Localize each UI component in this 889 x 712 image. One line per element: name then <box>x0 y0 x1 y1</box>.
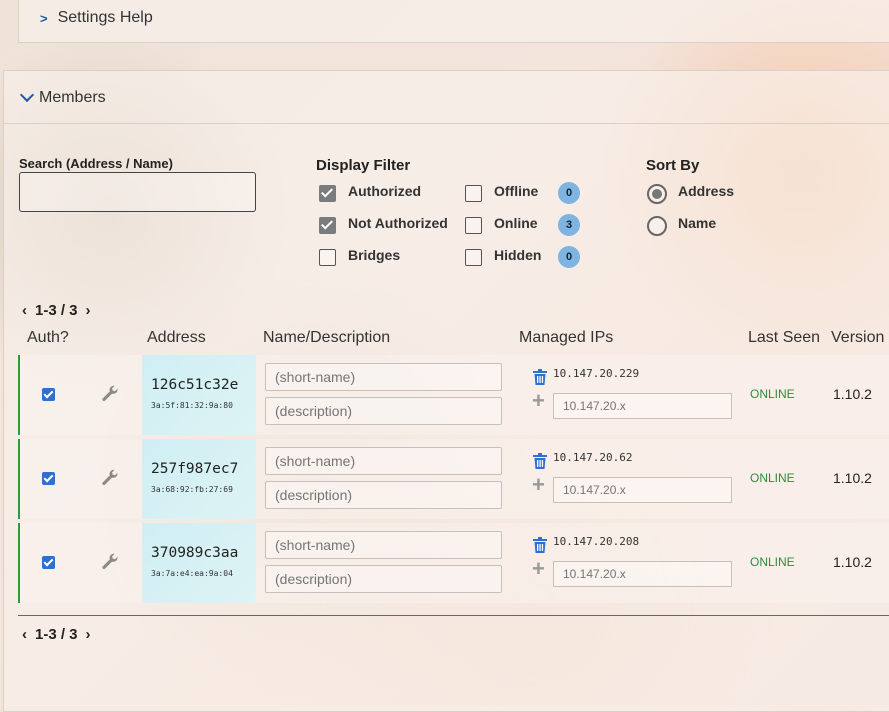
pager-label: 1-3 / 3 <box>35 626 78 643</box>
member-mac: 3a:68:92:fb:27:69 <box>151 485 233 494</box>
filter-not-authorized-label: Not Authorized <box>348 215 448 231</box>
column-header-address: Address <box>147 329 206 346</box>
description-input[interactable] <box>265 565 502 593</box>
column-header-version: Version <box>831 329 885 346</box>
filter-bridges-label: Bridges <box>348 247 401 263</box>
column-header-name: Name/Description <box>263 329 391 346</box>
chevron-right-icon: > <box>40 10 48 26</box>
chevron-down-icon <box>19 87 35 103</box>
table-divider <box>18 615 889 616</box>
short-name-input[interactable] <box>265 447 502 475</box>
pager-bottom: ‹ 1-3 / 3 › <box>22 626 91 643</box>
filter-authorized-checkbox[interactable] <box>319 185 336 202</box>
address-cell <box>142 523 256 603</box>
add-ip-input[interactable] <box>553 477 732 503</box>
filter-hidden-checkbox[interactable] <box>465 249 482 266</box>
filter-offline-label: Offline <box>494 183 539 199</box>
filter-not-authorized-checkbox[interactable] <box>319 217 336 234</box>
column-header-managed-ips: Managed IPs <box>519 329 614 346</box>
member-address: 370989c3aa <box>151 545 239 561</box>
offline-count-badge: 0 <box>558 182 580 204</box>
member-row: 126c51c32e 3a:5f:81:32:9a:80 10.147.20.2… <box>18 355 889 435</box>
members-title: Members <box>39 89 106 106</box>
add-ip-input[interactable] <box>553 561 732 587</box>
description-input[interactable] <box>265 397 502 425</box>
member-row: 370989c3aa 3a:7a:e4:ea:9a:04 10.147.20.2… <box>18 523 889 603</box>
filter-online-checkbox[interactable] <box>465 217 482 234</box>
column-header-last-seen: Last Seen <box>748 329 821 346</box>
member-version: 1.10.2 <box>833 470 872 486</box>
sort-address-radio[interactable] <box>647 184 667 204</box>
managed-ip: 10.147.20.229 <box>553 367 640 380</box>
sort-address-label: Address <box>678 183 735 199</box>
short-name-input[interactable] <box>265 363 502 391</box>
last-seen-status: ONLINE <box>750 387 795 401</box>
settings-help-toggle[interactable]: > Settings Help <box>40 9 153 27</box>
trash-icon[interactable] <box>533 537 547 553</box>
wrench-icon[interactable] <box>100 385 120 405</box>
members-toggle[interactable]: Members <box>19 87 106 107</box>
sort-by-title: Sort By <box>646 157 700 174</box>
member-address: 126c51c32e <box>151 377 239 393</box>
filter-offline-checkbox[interactable] <box>465 185 482 202</box>
address-cell <box>142 355 256 435</box>
filter-authorized-label: Authorized <box>348 183 422 199</box>
next-page-icon[interactable]: › <box>86 302 91 319</box>
plus-icon[interactable]: + <box>532 474 545 496</box>
prev-page-icon[interactable]: ‹ <box>22 302 27 319</box>
pager-label: 1-3 / 3 <box>35 302 78 319</box>
sort-name-radio[interactable] <box>647 216 667 236</box>
authorize-checkbox[interactable] <box>42 388 55 401</box>
filter-online-label: Online <box>494 215 538 231</box>
sort-name-label: Name <box>678 215 717 231</box>
short-name-input[interactable] <box>265 531 502 559</box>
filter-hidden-label: Hidden <box>494 247 542 263</box>
trash-icon[interactable] <box>533 453 547 469</box>
managed-ip: 10.147.20.208 <box>553 535 640 548</box>
settings-help-label: Settings Help <box>57 9 153 26</box>
member-address: 257f987ec7 <box>151 461 239 477</box>
wrench-icon[interactable] <box>100 469 120 489</box>
hidden-count-badge: 0 <box>558 246 580 268</box>
member-mac: 3a:7a:e4:ea:9a:04 <box>151 569 233 578</box>
column-header-auth: Auth? <box>27 329 69 346</box>
authorize-checkbox[interactable] <box>42 556 55 569</box>
managed-ip: 10.147.20.62 <box>553 451 633 464</box>
member-mac: 3a:5f:81:32:9a:80 <box>151 401 233 410</box>
wrench-icon[interactable] <box>100 553 120 573</box>
prev-page-icon[interactable]: ‹ <box>22 626 27 643</box>
online-count-badge: 3 <box>558 214 580 236</box>
description-input[interactable] <box>265 481 502 509</box>
authorize-checkbox[interactable] <box>42 472 55 485</box>
plus-icon[interactable]: + <box>532 390 545 412</box>
plus-icon[interactable]: + <box>532 558 545 580</box>
member-version: 1.10.2 <box>833 386 872 402</box>
filter-bridges-checkbox[interactable] <box>319 249 336 266</box>
trash-icon[interactable] <box>533 369 547 385</box>
member-row: 257f987ec7 3a:68:92:fb:27:69 10.147.20.6… <box>18 439 889 519</box>
settings-help-panel[interactable]: > Settings Help <box>18 0 889 43</box>
search-input[interactable] <box>19 172 256 212</box>
pager-top: ‹ 1-3 / 3 › <box>22 302 91 319</box>
member-version: 1.10.2 <box>833 554 872 570</box>
next-page-icon[interactable]: › <box>86 626 91 643</box>
add-ip-input[interactable] <box>553 393 732 419</box>
last-seen-status: ONLINE <box>750 555 795 569</box>
members-header[interactable]: Members <box>4 71 889 124</box>
search-label: Search (Address / Name) <box>19 156 173 171</box>
display-filter-title: Display Filter <box>316 157 411 174</box>
address-cell <box>142 439 256 519</box>
last-seen-status: ONLINE <box>750 471 795 485</box>
